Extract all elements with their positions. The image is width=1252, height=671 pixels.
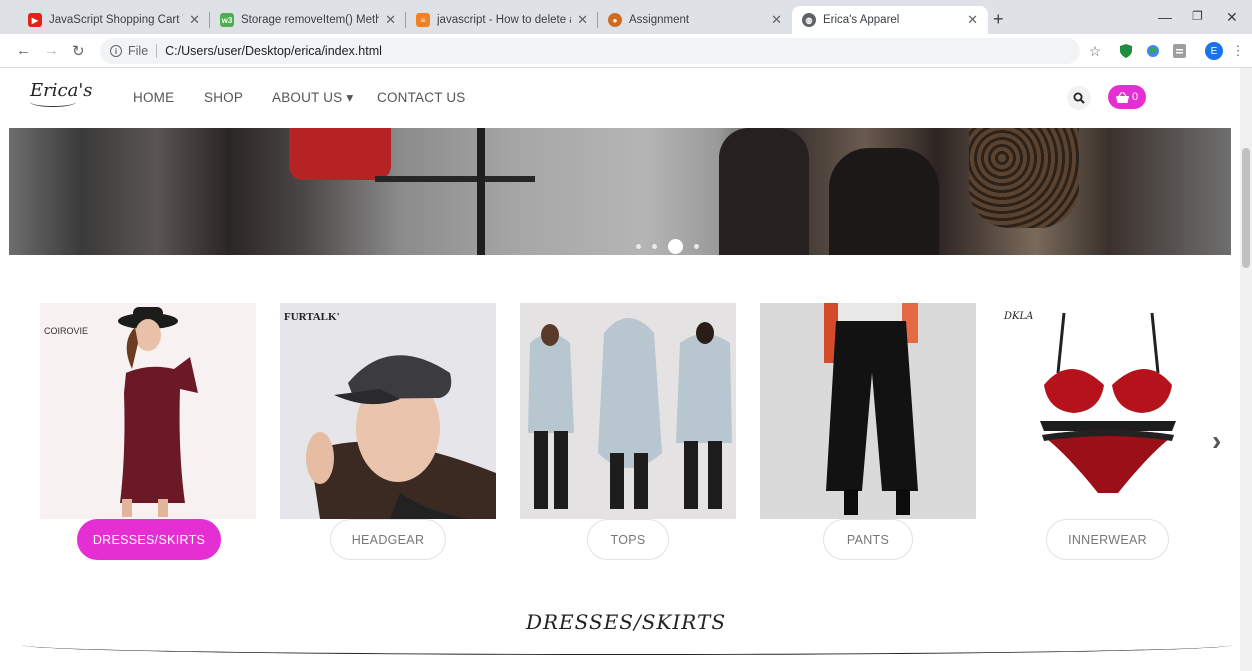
browser-tab-title: JavaScript Shopping Cart Tutoria bbox=[49, 14, 183, 26]
category-image-pants[interactable] bbox=[760, 303, 976, 519]
carousel-next-icon[interactable]: › bbox=[1212, 425, 1221, 457]
category-button-innerwear[interactable]: INNERWEAR bbox=[1046, 519, 1169, 560]
hero-fence-bar bbox=[375, 176, 535, 182]
assignment-favicon-icon: ● bbox=[608, 13, 622, 27]
page-scrollbar[interactable] bbox=[1240, 68, 1252, 671]
hero-model-figure bbox=[719, 128, 809, 255]
w3schools-favicon-icon: w3 bbox=[220, 13, 234, 27]
category-image-dresses[interactable]: COIROVIE bbox=[40, 303, 256, 519]
forward-arrow-icon[interactable]: → bbox=[44, 42, 59, 59]
category-image-innerwear[interactable]: DKLA bbox=[1000, 303, 1216, 519]
site-logo-text: Erica's bbox=[30, 80, 93, 101]
browser-tab[interactable]: ▶ JavaScript Shopping Cart Tutoria ✕ bbox=[18, 6, 210, 34]
brand-label: DKLA bbox=[1003, 311, 1033, 322]
browser-tab-title: Storage removeItem() Method bbox=[241, 14, 380, 26]
browser-tab-strip: ▶ JavaScript Shopping Cart Tutoria ✕ w3 … bbox=[0, 0, 1252, 34]
close-tab-icon[interactable]: ✕ bbox=[577, 12, 588, 28]
youtube-favicon-icon: ▶ bbox=[28, 13, 42, 27]
minimize-icon[interactable]: — bbox=[1158, 9, 1172, 25]
reload-icon[interactable]: ↻ bbox=[72, 42, 85, 60]
hoodie-models-image bbox=[528, 318, 732, 509]
bookmark-star-icon[interactable]: ☆ bbox=[1087, 43, 1103, 59]
globe-favicon-icon: ◍ bbox=[802, 13, 816, 27]
nav-shop[interactable]: SHOP bbox=[204, 90, 243, 105]
category-button-tops[interactable]: TOPS bbox=[587, 519, 669, 560]
pants-model-image bbox=[824, 303, 918, 515]
hero-banner bbox=[9, 128, 1231, 255]
category-image-tops[interactable] bbox=[520, 303, 736, 519]
slide-dot[interactable] bbox=[694, 244, 699, 249]
address-scheme-label: File bbox=[128, 44, 149, 58]
search-button[interactable] bbox=[1067, 86, 1091, 110]
site-header: Erica's HOME SHOP ABOUT US ▾ CONTACT US … bbox=[0, 68, 1240, 128]
search-icon bbox=[1073, 92, 1085, 104]
category-button-headgear[interactable]: HEADGEAR bbox=[330, 519, 446, 560]
slide-dot[interactable] bbox=[636, 244, 641, 249]
nav-about-us[interactable]: ABOUT US ▾ bbox=[272, 90, 353, 106]
new-tab-button[interactable]: + bbox=[993, 9, 1004, 30]
restore-icon[interactable]: ❐ bbox=[1192, 9, 1203, 23]
hero-slide-dots bbox=[636, 239, 699, 254]
close-tab-icon[interactable]: ✕ bbox=[189, 12, 200, 28]
category-button-dresses-skirts[interactable]: DRESSES/SKIRTS bbox=[77, 519, 221, 560]
cart-button[interactable]: 0 bbox=[1108, 85, 1146, 109]
close-tab-icon[interactable]: ✕ bbox=[967, 12, 978, 28]
browser-tab-title: Assignment bbox=[629, 14, 690, 26]
section-divider bbox=[22, 645, 1232, 655]
close-tab-icon[interactable]: ✕ bbox=[771, 12, 782, 28]
browser-tab[interactable]: ● Assignment ✕ bbox=[598, 6, 792, 34]
address-divider bbox=[156, 44, 158, 58]
close-tab-icon[interactable]: ✕ bbox=[385, 12, 396, 28]
brand-label: FURTALK' bbox=[284, 311, 340, 323]
hero-leopard-jacket bbox=[969, 128, 1079, 228]
browser-tab[interactable]: w3 Storage removeItem() Method ✕ bbox=[210, 6, 406, 34]
shield-extension-icon[interactable] bbox=[1118, 43, 1134, 59]
nav-home[interactable]: HOME bbox=[133, 90, 174, 105]
browser-toolbar: ← → ↻ i File C:/Users/user/Desktop/erica… bbox=[0, 34, 1252, 68]
browser-tab-active[interactable]: ◍ Erica's Apparel ✕ bbox=[792, 6, 988, 34]
cart-count: 0 bbox=[1131, 91, 1139, 103]
section-title: DRESSES/SKIRTS bbox=[525, 610, 727, 634]
browser-tab-title: Erica's Apparel bbox=[823, 14, 900, 26]
back-arrow-icon[interactable]: ← bbox=[16, 42, 31, 59]
profile-avatar[interactable]: E bbox=[1205, 42, 1223, 60]
hero-red-bag bbox=[289, 128, 391, 180]
pdf-extension-icon[interactable] bbox=[1171, 43, 1187, 59]
browser-tab[interactable]: ≡ javascript - How to delete a local ✕ bbox=[406, 6, 598, 34]
stackoverflow-favicon-icon: ≡ bbox=[416, 13, 430, 27]
category-image-headgear[interactable]: FURTALK' bbox=[280, 303, 496, 519]
brand-label: COIROVIE bbox=[44, 326, 88, 336]
address-bar[interactable]: i File C:/Users/user/Desktop/erica/index… bbox=[100, 38, 1080, 64]
slide-dot-active[interactable] bbox=[668, 239, 683, 254]
more-menu-icon[interactable]: ⋮ bbox=[1230, 43, 1246, 59]
cap-model-image: FURTALK' bbox=[284, 311, 496, 519]
dress-model-image: COIROVIE bbox=[44, 307, 198, 517]
hero-model-figure bbox=[829, 148, 939, 255]
category-button-pants[interactable]: PANTS bbox=[823, 519, 913, 560]
slide-dot[interactable] bbox=[652, 244, 657, 249]
lingerie-image: DKLA bbox=[1003, 311, 1176, 493]
address-url[interactable]: C:/Users/user/Desktop/erica/index.html bbox=[165, 44, 382, 58]
nav-contact-us[interactable]: CONTACT US bbox=[377, 90, 466, 105]
nav-about-us-label: ABOUT US bbox=[272, 90, 343, 105]
globe-extension-icon[interactable] bbox=[1145, 43, 1161, 59]
close-window-icon[interactable]: ✕ bbox=[1226, 9, 1238, 26]
browser-tab-title: javascript - How to delete a local bbox=[437, 14, 571, 26]
info-icon[interactable]: i bbox=[110, 45, 122, 57]
site-logo[interactable]: Erica's bbox=[30, 80, 93, 107]
basket-icon bbox=[1115, 91, 1129, 103]
chevron-down-icon: ▾ bbox=[346, 90, 354, 105]
scrollbar-thumb[interactable] bbox=[1242, 148, 1250, 268]
hero-fence-post bbox=[477, 128, 485, 255]
